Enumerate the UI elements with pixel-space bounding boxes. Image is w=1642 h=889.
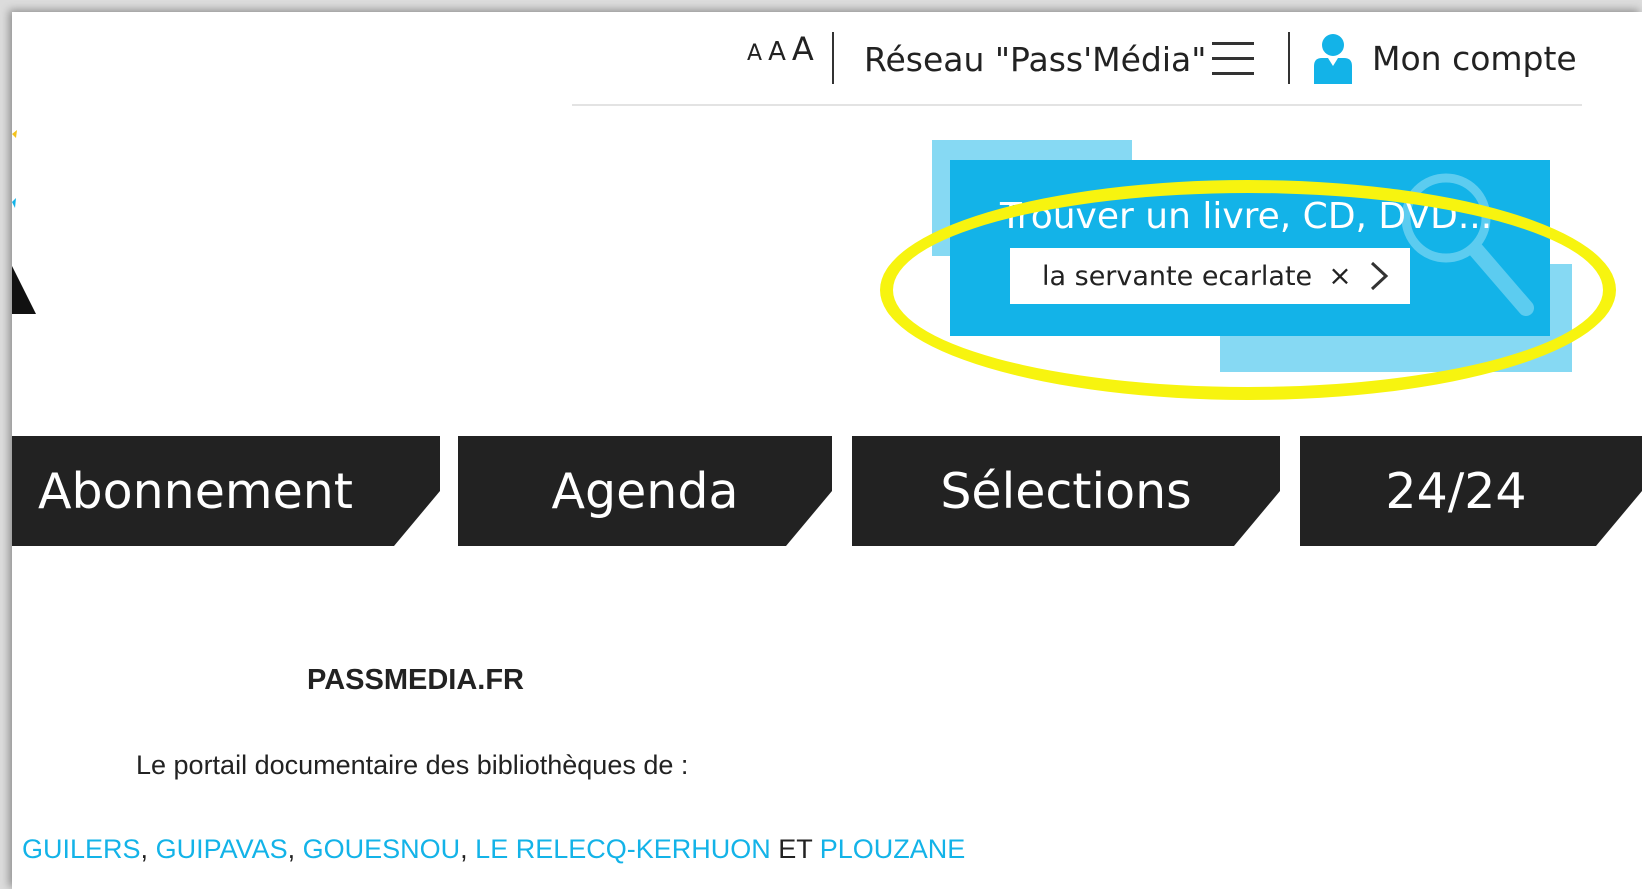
header-divider: [572, 104, 1582, 106]
search-field: ×: [1010, 248, 1410, 304]
portal-description: Le portail documentaire des bibliothèque…: [136, 750, 689, 780]
font-size-small-button[interactable]: A: [747, 41, 762, 66]
nav-tab-24-24[interactable]: 24/24: [1300, 436, 1642, 546]
font-size-controls: A A A: [747, 30, 814, 68]
nav-tab-agenda[interactable]: Agenda: [458, 436, 832, 546]
town-link-plouzane[interactable]: PLOUZANE: [820, 834, 966, 864]
library-towns: GUILERS, GUIPAVAS, GOUESNOU, LE RELECQ-K…: [22, 834, 965, 865]
town-link-gouesnou[interactable]: GOUESNOU: [303, 834, 461, 864]
nav-tab-label: Sélections: [940, 462, 1192, 520]
page: A A A Réseau "Pass'Média" Mon compte Tro…: [12, 12, 1642, 889]
network-menu-label[interactable]: Réseau "Pass'Média": [864, 40, 1206, 79]
conjunction: ET: [770, 834, 820, 864]
separator: ,: [140, 834, 156, 864]
separator: ,: [460, 834, 476, 864]
magnifier-icon: [1401, 173, 1534, 316]
font-size-large-button[interactable]: A: [792, 30, 814, 68]
town-link-guipavas[interactable]: GUIPAVAS: [156, 834, 288, 864]
main-nav: Abonnement Agenda Sélections 24/24: [12, 436, 1642, 546]
font-size-medium-button[interactable]: A: [768, 37, 786, 67]
top-bar: A A A Réseau "Pass'Média" Mon compte: [12, 12, 1642, 102]
town-link-le-relecq-kerhuon[interactable]: LE RELECQ-KERHUON: [475, 834, 771, 864]
nav-tab-label: Agenda: [551, 462, 739, 520]
account-button[interactable]: Mon compte: [1312, 30, 1577, 86]
hamburger-icon[interactable]: [1212, 42, 1254, 78]
nav-tab-abonnement[interactable]: Abonnement: [12, 436, 440, 546]
chevron-right-icon: [1370, 261, 1389, 291]
divider: [1288, 32, 1290, 84]
nav-tab-label: 24/24: [1385, 462, 1527, 520]
account-label: Mon compte: [1372, 38, 1577, 78]
catalog-search-box: Trouver un livre, CD, DVD... ×: [950, 160, 1550, 336]
separator: ,: [287, 834, 303, 864]
nav-tab-label: Abonnement: [38, 462, 354, 520]
logo-fragment: [12, 130, 36, 314]
search-title: Trouver un livre, CD, DVD...: [1000, 196, 1493, 237]
divider: [832, 32, 834, 84]
site-title: PASSMEDIA.FR: [307, 664, 524, 696]
search-submit-button[interactable]: [1358, 254, 1402, 298]
clear-search-button[interactable]: ×: [1322, 256, 1358, 296]
search-input[interactable]: [1010, 248, 1332, 304]
town-link-guilers[interactable]: GUILERS: [22, 834, 141, 864]
user-icon: [1314, 34, 1352, 84]
nav-tab-selections[interactable]: Sélections: [852, 436, 1280, 546]
